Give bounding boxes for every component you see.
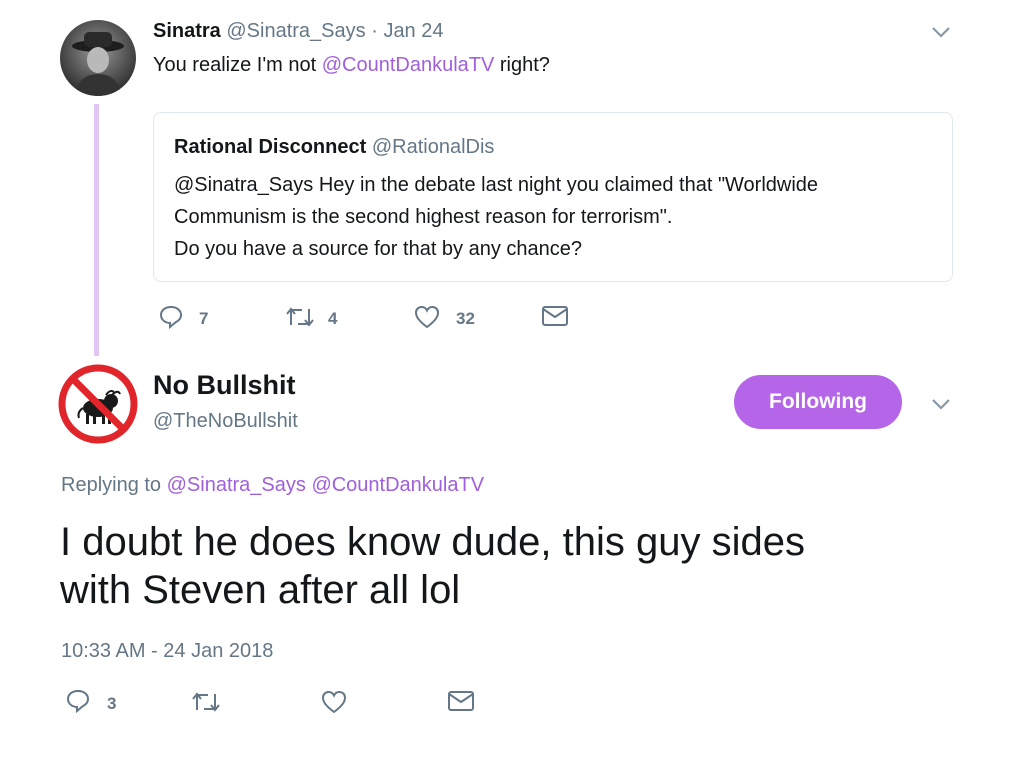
- author-handle[interactable]: @TheNoBullshit: [153, 410, 298, 433]
- envelope-icon[interactable]: [541, 305, 569, 327]
- quoted-text-line: Communism is the second highest reason f…: [174, 206, 673, 228]
- replying-prefix: Replying to: [61, 474, 167, 496]
- thread-line: [94, 104, 99, 356]
- mention-link[interactable]: @CountDankulaTV: [322, 54, 495, 76]
- tweet-date[interactable]: Jan 24: [383, 20, 443, 42]
- heart-icon[interactable]: [413, 304, 441, 330]
- following-button[interactable]: Following: [734, 375, 902, 429]
- avatar[interactable]: [60, 20, 136, 96]
- heart-icon[interactable]: [320, 689, 348, 715]
- reply-icon[interactable]: [65, 688, 91, 714]
- tweet-timestamp[interactable]: 10:33 AM - 24 Jan 2018: [61, 640, 273, 663]
- tweet-text-line: I doubt he does know dude, this guy side…: [60, 520, 805, 564]
- quoted-author-handle: @RationalDis: [371, 136, 495, 158]
- tweet-text-part: right?: [494, 54, 550, 76]
- retweet-icon[interactable]: [284, 305, 316, 329]
- like-count: 32: [456, 309, 475, 328]
- chevron-down-icon[interactable]: [930, 24, 952, 40]
- mention-link[interactable]: @Sinatra_Says @CountDankulaTV: [167, 474, 484, 496]
- tweet-header: Sinatra @Sinatra_Says · Jan 24: [153, 20, 444, 43]
- reply-count: 7: [199, 309, 209, 328]
- reply-count: 3: [107, 694, 117, 713]
- tweet-text: You realize I'm not @CountDankulaTV righ…: [153, 54, 550, 77]
- reply-icon[interactable]: [158, 304, 184, 330]
- author-name[interactable]: No Bullshit: [153, 370, 296, 401]
- tweet-text-line: with Steven after all lol: [60, 568, 461, 612]
- tweet-text: I doubt he does know dude, this guy side…: [60, 518, 805, 614]
- envelope-icon[interactable]: [447, 690, 475, 712]
- retweet-icon[interactable]: [190, 690, 222, 714]
- quoted-text: @Sinatra_Says Hey in the debate last nig…: [174, 169, 818, 265]
- quoted-author-name: Rational Disconnect: [174, 136, 367, 158]
- quoted-header: Rational Disconnect @RationalDis: [174, 136, 494, 159]
- tweet-text-part: You realize I'm not: [153, 54, 322, 76]
- quoted-text-line: @Sinatra_Says Hey in the debate last nig…: [174, 174, 819, 196]
- quoted-text-line: Do you have a source for that by any cha…: [174, 238, 583, 260]
- author-name[interactable]: Sinatra: [153, 20, 221, 42]
- chevron-down-icon[interactable]: [930, 396, 952, 412]
- author-handle[interactable]: @Sinatra_Says: [226, 20, 365, 42]
- retweet-count: 4: [328, 309, 338, 328]
- separator: ·: [371, 20, 378, 42]
- avatar[interactable]: [58, 364, 138, 449]
- replying-to: Replying to @Sinatra_Says @CountDankulaT…: [61, 474, 484, 497]
